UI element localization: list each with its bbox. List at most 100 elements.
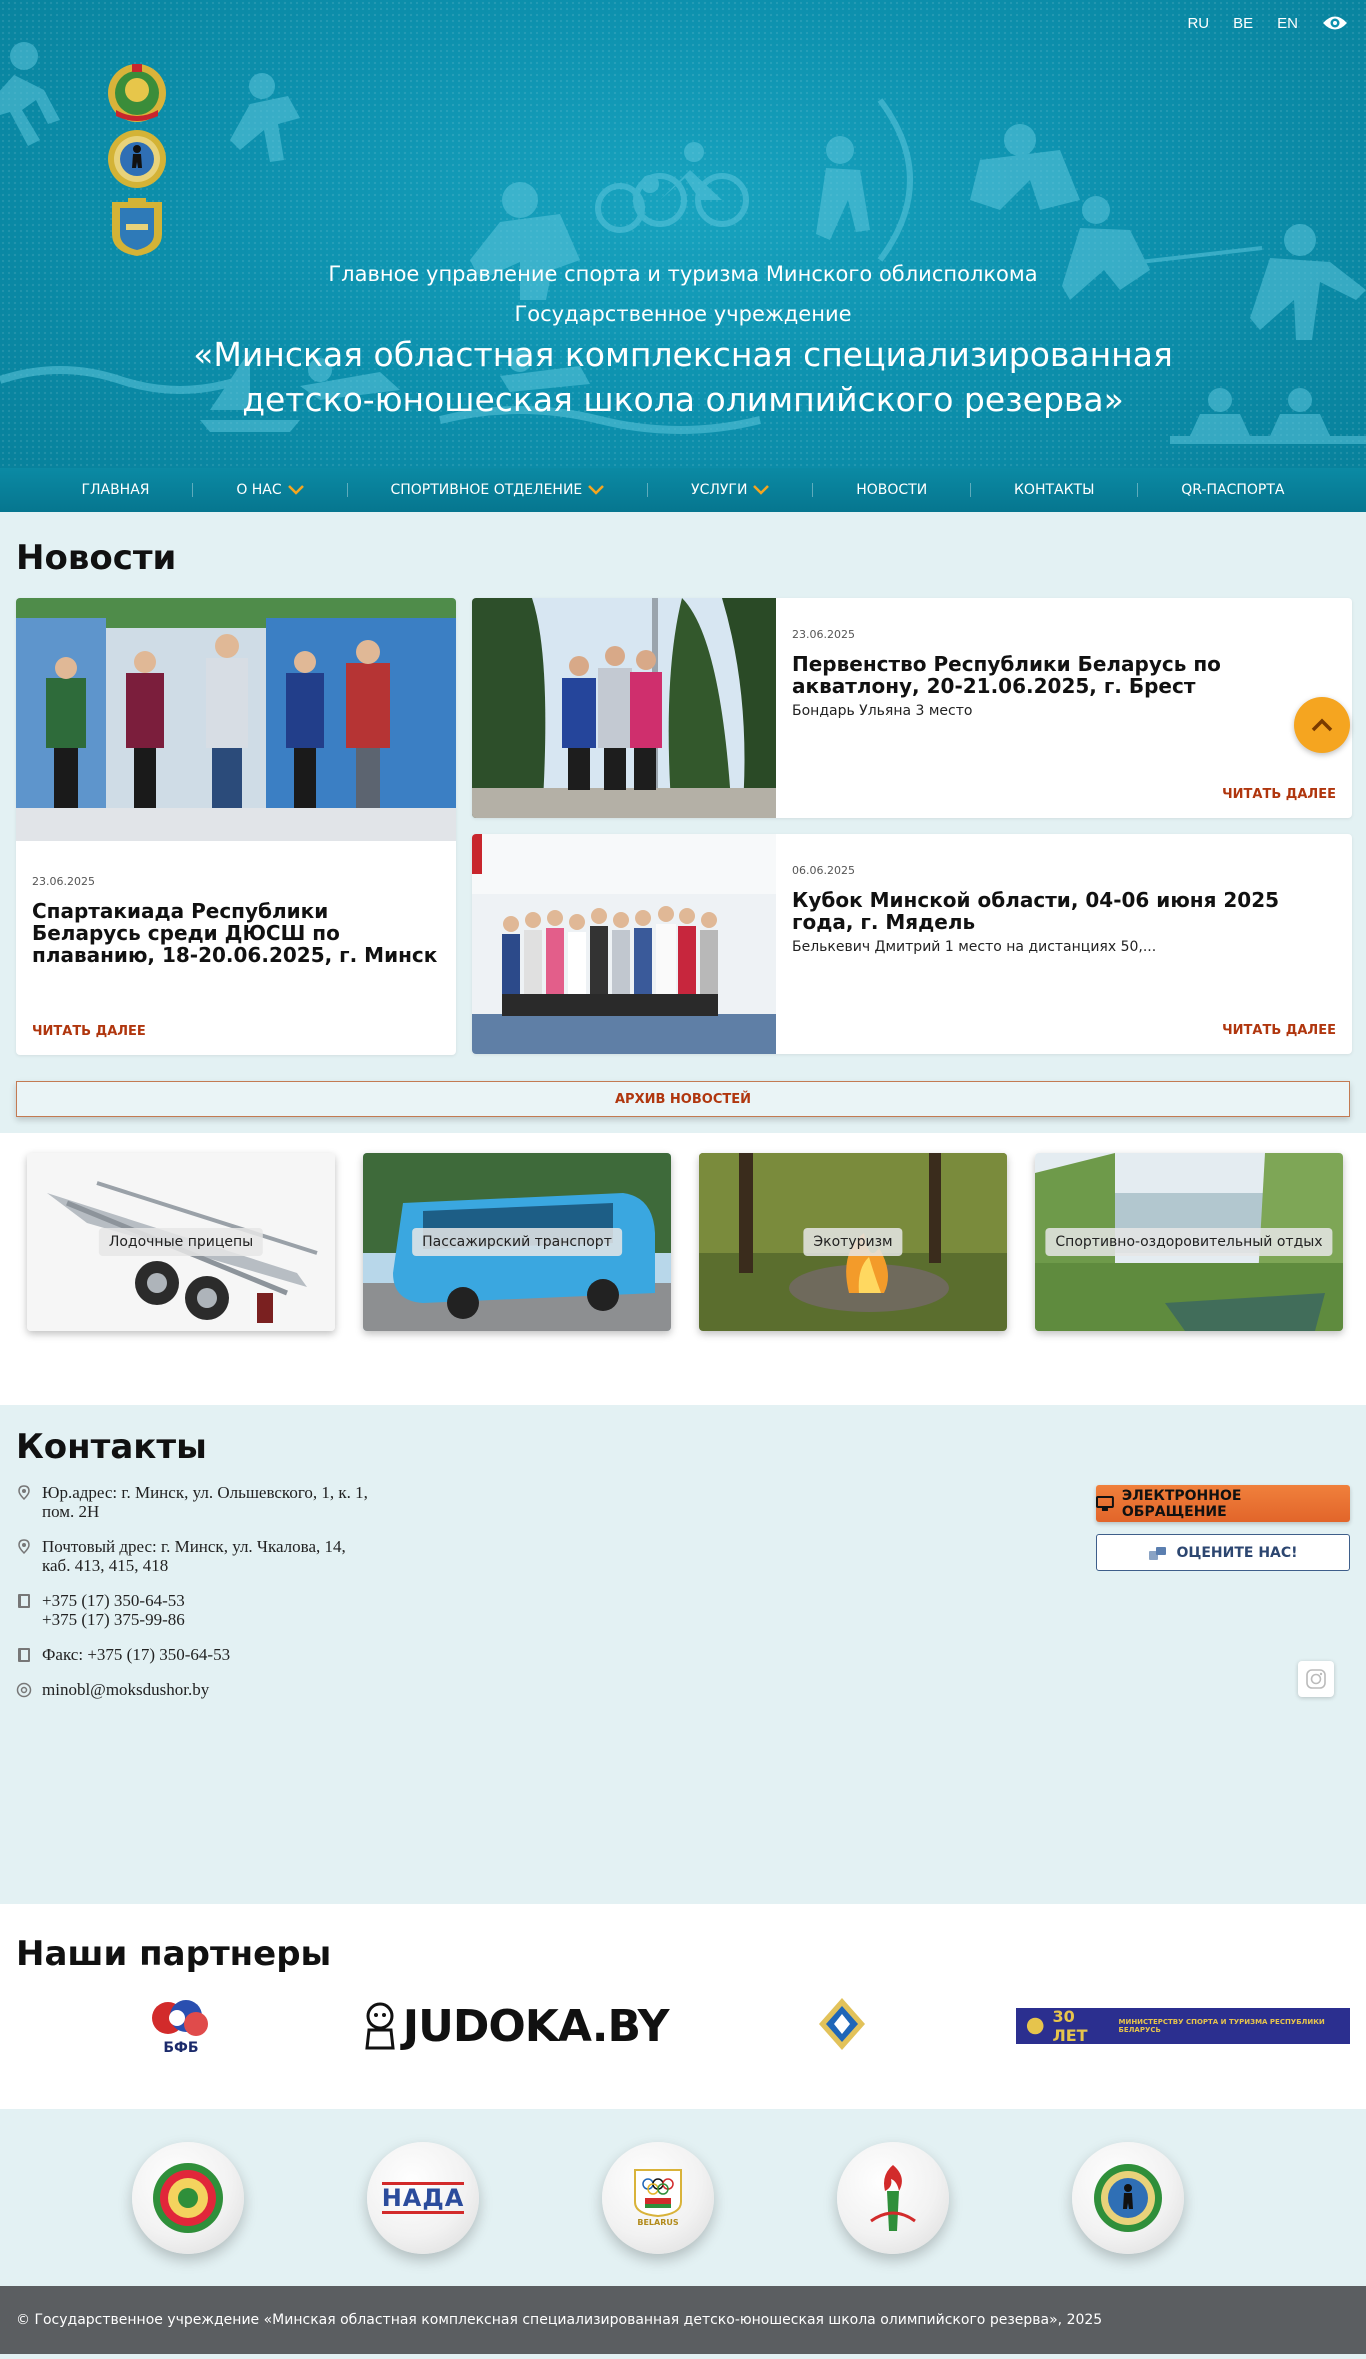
news-archive-button[interactable]: АРХИВ НОВОСТЕЙ	[16, 1081, 1350, 1117]
service-card-ecotourism[interactable]: Экотуризм	[699, 1153, 1007, 1331]
circle-link-sport-ministry[interactable]	[132, 2141, 244, 2254]
school-name: «Минская областная комплексная специализ…	[193, 335, 1173, 419]
legal-address-line1: Юр.адрес: г. Минск, ул. Ольшевского, 1, …	[42, 1483, 368, 1502]
service-label: Экотуризм	[803, 1228, 903, 1256]
read-more-link[interactable]: Читать далее	[32, 1024, 146, 1039]
nav-item-sport-department[interactable]: Спортивное отделение	[390, 482, 605, 498]
phone-2[interactable]: +375 (17) 375-99-86	[42, 1610, 185, 1629]
institution-type: Государственное учреждение	[514, 302, 852, 326]
language-switcher: RU BE EN	[1187, 14, 1348, 32]
partners-logos: БФБ JUDOKA.BY 30 ЛЕТ МИНИСТЕРСТВУ СПОРТА…	[16, 1996, 1350, 2056]
dynamo-logo-icon	[819, 1998, 866, 2050]
partner-logo-dynamo[interactable]	[815, 1996, 869, 2056]
electronic-appeal-button[interactable]: ЭЛЕКТРОННОЕ ОБРАЩЕНИЕ	[1096, 1485, 1350, 1522]
read-more-link[interactable]: Читать далее	[1222, 1023, 1336, 1038]
lang-ru-link[interactable]: RU	[1187, 15, 1209, 32]
rate-label: ОЦЕНИТЕ НАС!	[1176, 1544, 1298, 1561]
news-date: 23.06.2025	[792, 628, 855, 641]
news-card-body: 23.06.2025 Спартакиада Республики Белару…	[16, 845, 456, 996]
service-card-boat-trailers[interactable]: Лодочные прицепы	[27, 1153, 335, 1331]
news-card-body: 23.06.2025 Первенство Республики Беларус…	[776, 598, 1352, 818]
nav-label: Спортивное отделение	[390, 482, 583, 498]
partner-logo-judoka[interactable]: JUDOKA.BY	[363, 2001, 669, 2052]
nav-item-contacts[interactable]: Контакты	[1014, 482, 1094, 498]
partner-logo-bfb[interactable]: БФБ	[146, 1996, 216, 2056]
read-more-link[interactable]: Читать далее	[1222, 787, 1336, 802]
anniversary-subtext: МИНИСТЕРСТВУ СПОРТА И ТУРИЗМА РЕСПУБЛИКИ…	[1118, 2018, 1325, 2034]
news-title-link[interactable]: Кубок Минской области, 04-06 июня 2025 г…	[792, 889, 1336, 933]
rating-icon	[1149, 1546, 1167, 1560]
email: minobl@moksdushor.by	[16, 1680, 1350, 1699]
fax: Факс: +375 (17) 350-64-53	[16, 1645, 1350, 1664]
nav-divider	[346, 483, 348, 497]
ministry-title: Главное управление спорта и туризма Минс…	[328, 262, 1038, 286]
chevron-down-icon	[753, 485, 770, 495]
nav-item-qr-passports[interactable]: QR-паспорта	[1181, 482, 1284, 498]
header-titles: Главное управление спорта и туризма Минс…	[0, 262, 1366, 422]
circle-link-school-emblem[interactable]	[1072, 2141, 1184, 2254]
scroll-to-top-button[interactable]	[1294, 697, 1350, 753]
contacts-section: Контакты Юр.адрес: г. Минск, ул. Ольшевс…	[0, 1405, 1366, 1904]
nav-divider	[647, 483, 649, 497]
nav-item-services[interactable]: Услуги	[691, 482, 770, 498]
nav-divider	[970, 483, 972, 497]
nav-label: Услуги	[691, 482, 748, 498]
service-card-sport-recreation[interactable]: Спортивно-оздоровительный отдых	[1035, 1153, 1343, 1331]
fax-icon	[18, 1648, 30, 1662]
phones: +375 (17) 350-64-53 +375 (17) 375-99-86	[16, 1591, 1350, 1629]
partners-section: Наши партнеры БФБ JUDOKA.BY 30 ЛЕТ МИНИС…	[0, 1904, 1366, 2109]
circle-link-olympic-torch[interactable]	[837, 2141, 949, 2254]
circle-link-nada[interactable]: НАДА	[367, 2141, 479, 2254]
nav-label: Контакты	[1013, 482, 1095, 498]
partners-title: Наши партнеры	[16, 1934, 332, 1974]
belarus-text: BELARUS	[637, 2218, 679, 2227]
news-date: 06.06.2025	[792, 864, 855, 877]
news-photo-swimming-podium	[16, 598, 456, 841]
judoka-logo-text: JUDOKA.BY	[402, 2000, 670, 2052]
news-card[interactable]: 23.06.2025 Первенство Республики Беларус…	[472, 598, 1352, 818]
services-section: Лодочные прицепы Пассажирский транспорт …	[0, 1133, 1366, 1405]
olympic-rings-emblem-icon	[634, 2169, 682, 2218]
news-date: 23.06.2025	[32, 875, 95, 888]
news-title-link[interactable]: Спартакиада Республики Беларусь среди ДЮ…	[32, 900, 440, 966]
partner-logo-30-years[interactable]: 30 ЛЕТ МИНИСТЕРСТВУ СПОРТА И ТУРИЗМА РЕС…	[1016, 2007, 1350, 2045]
nav-item-about[interactable]: О нас	[236, 482, 304, 498]
map-pin-icon	[18, 1539, 30, 1555]
news-card[interactable]: 23.06.2025 Спартакиада Республики Белару…	[16, 598, 456, 1055]
phone-1[interactable]: +375 (17) 350-64-53	[42, 1591, 185, 1610]
map-pin-icon	[18, 1485, 30, 1501]
news-card-body: 06.06.2025 Кубок Минской области, 04-06 …	[776, 834, 1352, 1054]
instagram-button[interactable]	[1298, 1661, 1334, 1697]
news-excerpt: Белькевич Дмитрий 1 место на дистанциях …	[792, 939, 1157, 955]
nada-logo-text: НАДА	[381, 2181, 465, 2214]
chevron-up-icon	[1311, 718, 1333, 732]
main-nav: Главная О нас Спортивное отделение Услуг…	[0, 468, 1366, 512]
circle-link-olympic-committee[interactable]: BELARUS	[602, 2141, 714, 2254]
news-title: Новости	[16, 538, 177, 578]
minsk-region-sport-emblem-icon	[108, 130, 166, 188]
contacts-title: Контакты	[16, 1427, 207, 1467]
fax-number: Факс: +375 (17) 350-64-53	[42, 1645, 231, 1664]
nav-item-home[interactable]: Главная	[81, 482, 149, 498]
lang-en-link[interactable]: EN	[1277, 15, 1298, 32]
emblems-stack	[104, 62, 172, 262]
service-card-passenger-transport[interactable]: Пассажирский транспорт	[363, 1153, 671, 1331]
lang-be-link[interactable]: BE	[1233, 15, 1253, 32]
news-card[interactable]: 06.06.2025 Кубок Минской области, 04-06 …	[472, 834, 1352, 1054]
nav-item-news[interactable]: Новости	[856, 482, 927, 498]
news-right-column: 23.06.2025 Первенство Республики Беларус…	[472, 598, 1352, 1055]
instagram-icon	[1306, 1669, 1326, 1689]
site-header: RU BE EN Главное управление спорта и тур…	[0, 0, 1366, 512]
news-photo-minsk-cup	[472, 834, 776, 1054]
nav-label: Новости	[856, 482, 928, 498]
email-at-icon	[16, 1682, 32, 1698]
phone-book-icon	[18, 1594, 30, 1608]
site-footer: © Государственное учреждение «Минская об…	[0, 2286, 1366, 2354]
email-link[interactable]: minobl@moksdushor.by	[42, 1680, 209, 1699]
eye-icon[interactable]	[1322, 14, 1348, 32]
service-label: Пассажирский транспорт	[412, 1228, 622, 1256]
minsk-region-coat-of-arms-icon	[112, 198, 162, 256]
news-title-link[interactable]: Первенство Республики Беларусь по акватл…	[792, 653, 1336, 697]
rate-us-button[interactable]: ОЦЕНИТЕ НАС!	[1096, 1534, 1350, 1571]
nav-label: QR-паспорта	[1181, 482, 1285, 498]
